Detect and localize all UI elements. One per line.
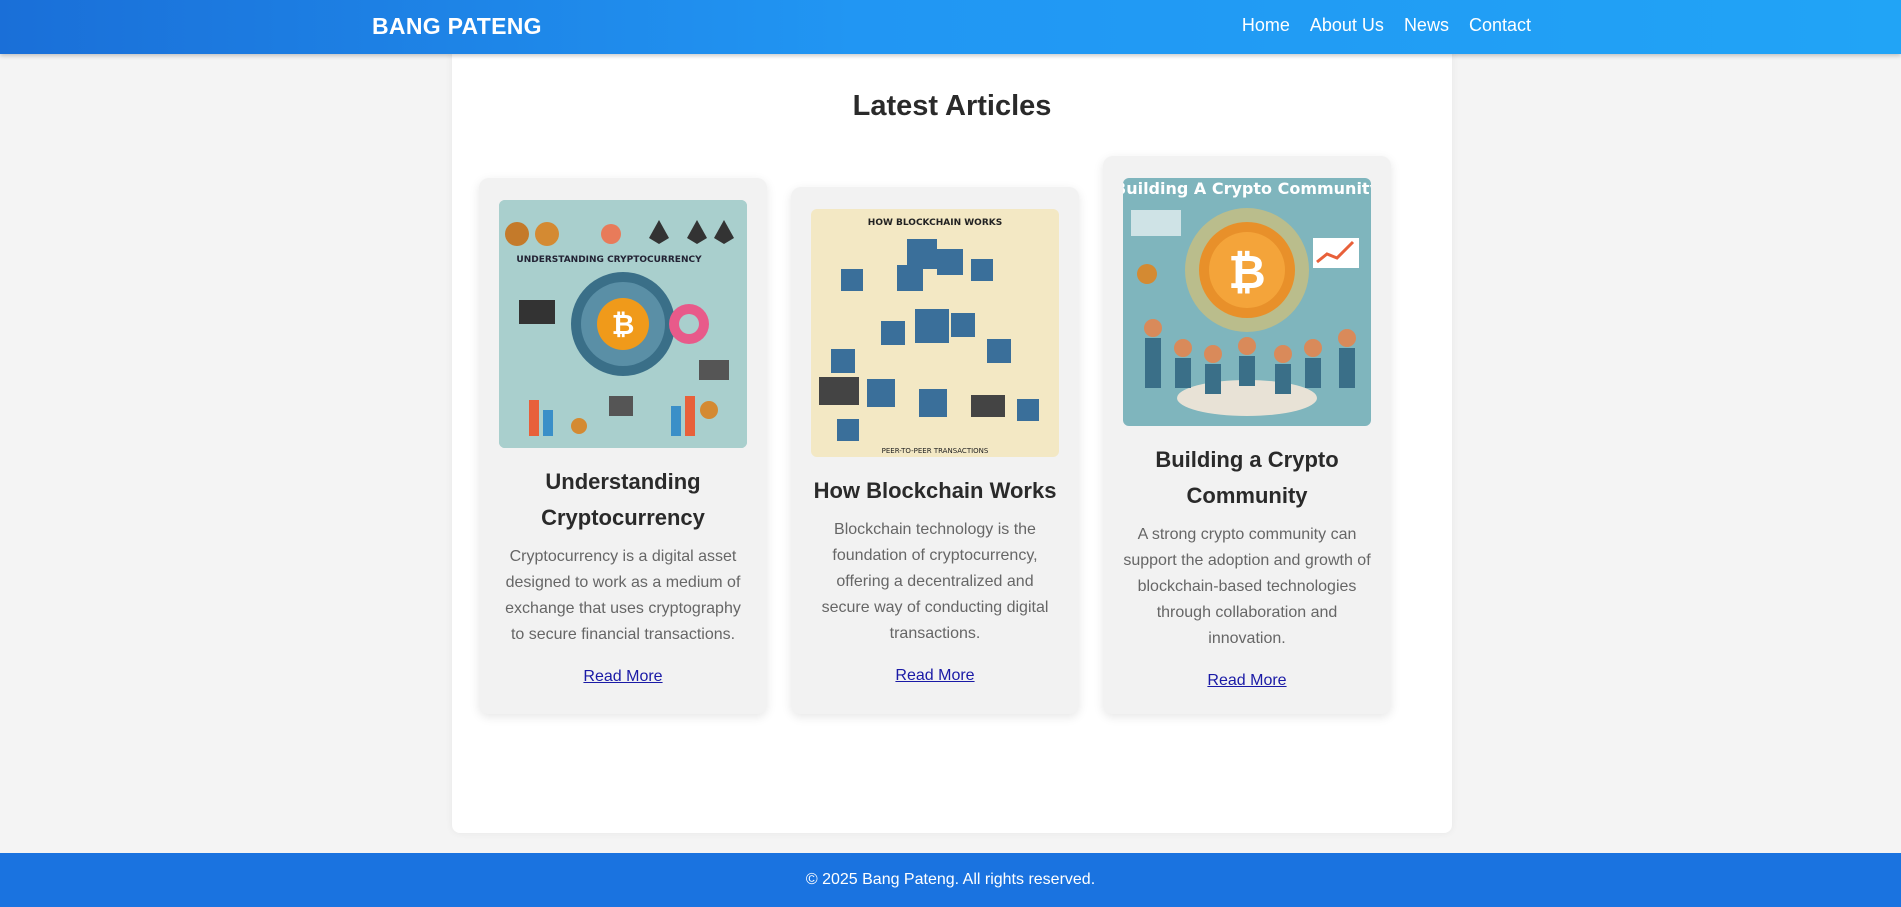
- article-card: HOW BLOCKCHAIN WORKS PEER-TO-PEER TRANSA…: [791, 187, 1079, 714]
- image-caption: PEER-TO-PEER TRANSACTIONS: [882, 447, 989, 455]
- nav-home-link[interactable]: Home: [1242, 15, 1290, 36]
- read-more-link[interactable]: Read More: [583, 668, 662, 686]
- nav-about-link[interactable]: About Us: [1310, 15, 1384, 36]
- article-image-blockchain: HOW BLOCKCHAIN WORKS PEER-TO-PEER TRANSA…: [811, 209, 1059, 457]
- nav-contact-link[interactable]: Contact: [1469, 15, 1531, 36]
- article-card: Building A Crypto Community ₿ Building a…: [1103, 156, 1391, 714]
- article-description: Blockchain technology is the foundation …: [821, 521, 1049, 642]
- articles-container: Latest Articles ₿ UNDERSTANDING CRYPTOCU…: [452, 42, 1452, 833]
- site-header: BANG PATENG Home About Us News Contact: [0, 0, 1901, 54]
- article-title: How Blockchain Works: [813, 478, 1057, 503]
- copyright-text: © 2025 Bang Pateng. All rights reserved.: [805, 871, 1096, 888]
- image-caption: UNDERSTANDING CRYPTOCURRENCY: [516, 255, 702, 265]
- site-brand[interactable]: BANG PATENG: [372, 13, 542, 40]
- svg-text:₿: ₿: [612, 308, 635, 341]
- article-title: Building a Crypto Community: [1155, 447, 1339, 508]
- svg-text:₿: ₿: [1228, 245, 1266, 299]
- read-more-link[interactable]: Read More: [895, 667, 974, 685]
- article-image-crypto: ₿ UNDERSTANDING CRYPTOCURRENCY: [499, 200, 747, 448]
- site-footer: © 2025 Bang Pateng. All rights reserved.: [0, 853, 1901, 907]
- article-description: Cryptocurrency is a digital asset design…: [505, 548, 741, 643]
- image-caption: Building A Crypto Community: [1123, 179, 1371, 198]
- article-card: ₿ UNDERSTANDING CRYPTOCURRENCY Understan…: [479, 178, 767, 714]
- nav-news-link[interactable]: News: [1404, 15, 1449, 36]
- image-caption: HOW BLOCKCHAIN WORKS: [868, 218, 1002, 228]
- article-title: Understanding Cryptocurrency: [541, 469, 705, 530]
- article-description: A strong crypto community can support th…: [1123, 526, 1371, 647]
- section-title: Latest Articles: [852, 90, 1052, 122]
- article-image-community: Building A Crypto Community ₿: [1123, 178, 1371, 426]
- read-more-link[interactable]: Read More: [1207, 672, 1286, 690]
- main-nav: Home About Us News Contact: [1242, 15, 1531, 36]
